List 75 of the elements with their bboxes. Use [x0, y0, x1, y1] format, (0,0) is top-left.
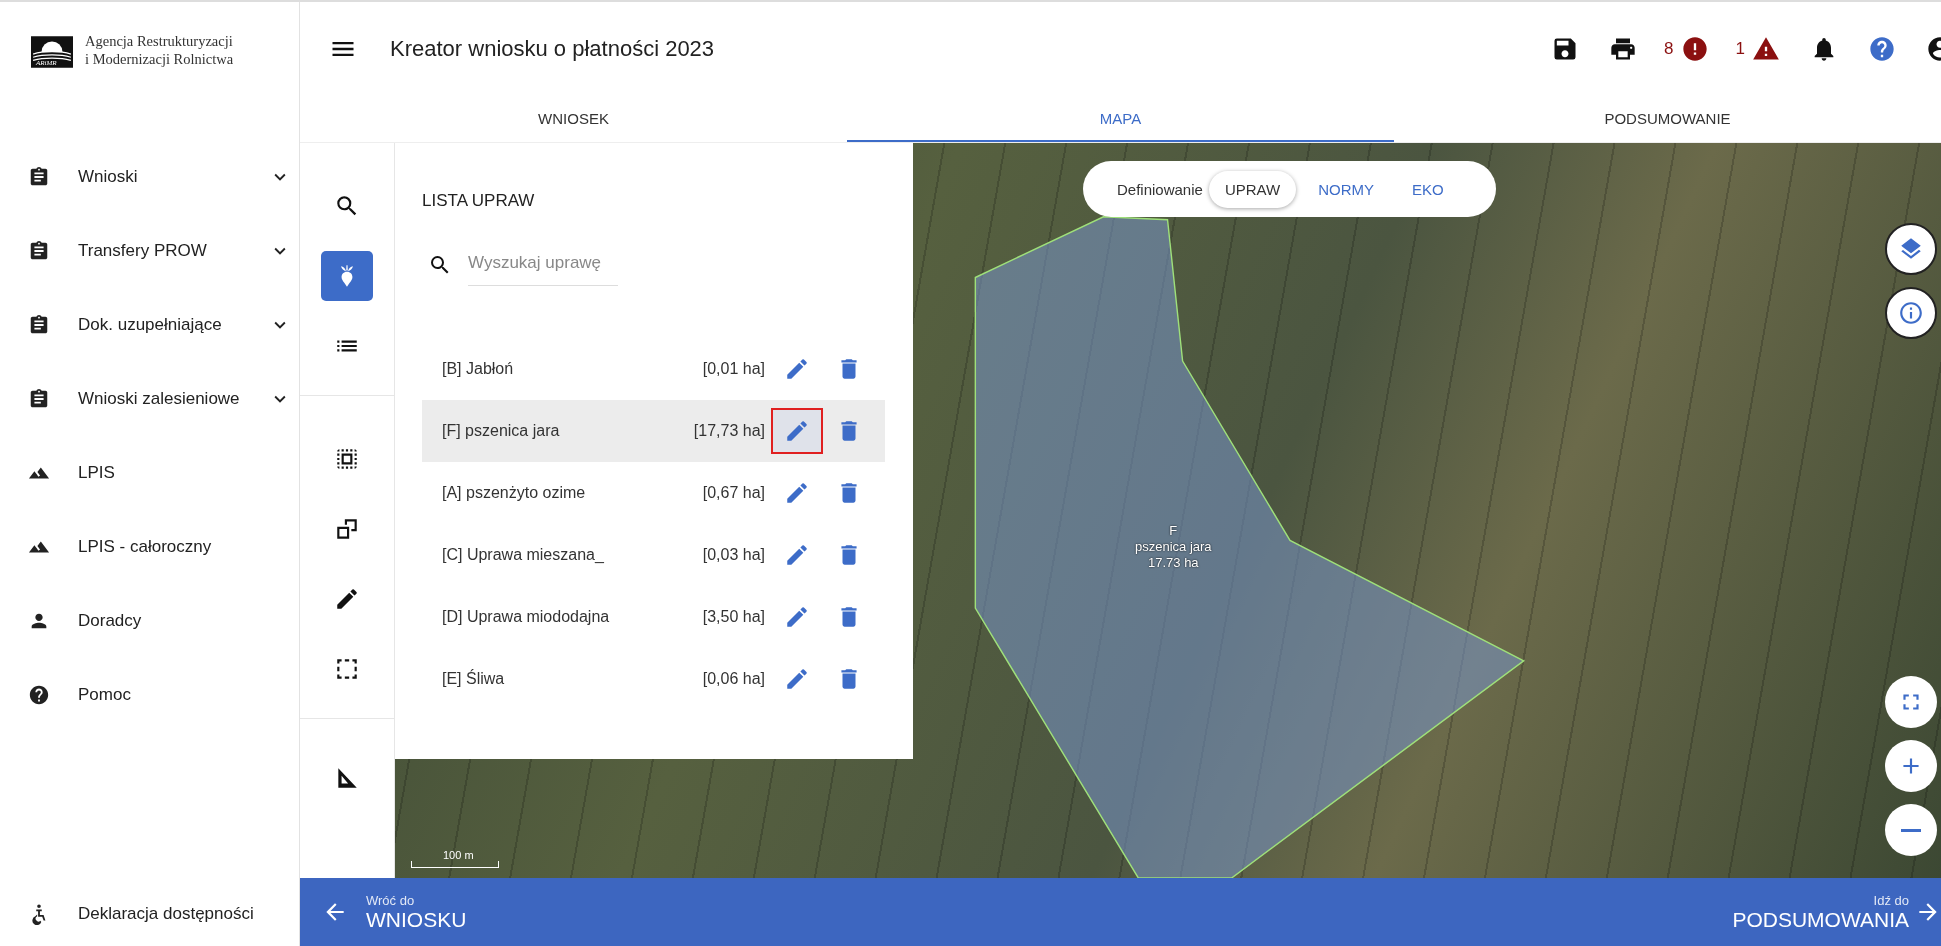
pencil-icon [784, 480, 810, 506]
edit-button[interactable] [771, 408, 823, 454]
pencil-icon [784, 542, 810, 568]
field-area-label: 17.73 ha [1148, 555, 1199, 571]
layers-button[interactable] [1885, 223, 1937, 275]
overlapping-squares-icon [334, 516, 360, 542]
back-label: WNIOSKU [366, 907, 467, 932]
minus-icon [1901, 828, 1921, 832]
crop-name: [B] Jabłoń [442, 360, 515, 378]
back-caption: Wróć do [366, 892, 415, 908]
mode-option[interactable]: NORMY [1302, 170, 1390, 208]
pencil-icon [784, 356, 810, 382]
scale-label: 100 m [443, 849, 474, 861]
crop-name: [A] pszenżyto ozime [442, 484, 587, 502]
help-icon [28, 684, 50, 706]
sidebar-menu-item[interactable]: LPIS [0, 436, 299, 510]
crop-name: [F] pszenica jara [442, 422, 561, 440]
warning-triangle-icon [1752, 35, 1780, 63]
mode-option[interactable]: EKO [1396, 170, 1460, 208]
field-code-label: F [1169, 523, 1178, 539]
crop-area: [17,73 ha] [693, 422, 765, 440]
help-icon [1868, 35, 1896, 63]
page-title: Kreator wniosku o płatności 2023 [390, 36, 715, 62]
sidebar-menu-item[interactable]: Transfery PROW [0, 214, 299, 288]
panel-title: LISTA UPRAW [422, 191, 536, 211]
crop-area: [0,03 ha] [702, 546, 765, 564]
mode-option[interactable]: UPRAW [1208, 170, 1297, 208]
search-field[interactable]: Wyszukaj uprawę [468, 243, 618, 286]
plus-button[interactable] [1885, 740, 1937, 792]
beet-tool-button[interactable] [321, 251, 373, 301]
alert-count: 8 [1664, 39, 1674, 59]
pencil-icon [784, 604, 810, 630]
sidebar-menu-item[interactable]: Pomoc [0, 658, 299, 732]
sidebar-menu-item[interactable]: Dok. uzupełniające [0, 288, 299, 362]
sidebar-menu-item[interactable]: Doradcy [0, 584, 299, 658]
field-crop-label: pszenica jara [1135, 539, 1212, 555]
info-icon [1898, 300, 1924, 326]
crop-area: [0,01 ha] [702, 360, 765, 378]
sidebar-menu-item[interactable]: Wnioski [0, 140, 299, 214]
crop-name: [D] Uprawa miododajna [442, 608, 611, 626]
crop-list-row[interactable]: [E] Śliwa [0,06 ha] [422, 648, 885, 710]
crop-area: [0,06 ha] [702, 670, 765, 688]
agency-name-line: i Modernizacji Rolnictwa [85, 50, 234, 68]
sidebar-menu-item[interactable]: LPIS - całoroczny [0, 510, 299, 584]
next-button[interactable]: Idź do PODSUMOWANIA [1732, 892, 1941, 932]
next-caption: Idź do [1873, 892, 1909, 908]
crop-list-row[interactable]: [C] Uprawa mieszana_ [0,03 ha] [422, 524, 885, 586]
agency-name-line: Agencja Restrukturyzacji [85, 32, 234, 50]
info-button[interactable] [1885, 287, 1937, 339]
tab[interactable]: WNIOSEK [300, 96, 847, 142]
pencil-icon [334, 586, 360, 612]
crop-list-row[interactable]: [B] Jabłoń [0,01 ha] [422, 338, 885, 400]
pencil-icon [784, 666, 810, 692]
sidebar-menu-item[interactable]: Deklaracja dostępności [0, 882, 299, 946]
crop-area: [0,67 ha] [702, 484, 765, 502]
crop-area: [3,50 ha] [702, 608, 765, 626]
minus-button[interactable] [1885, 804, 1937, 856]
crop-list-row[interactable]: [F] pszenica jara [17,73 ha] [422, 400, 885, 462]
back-button[interactable]: Wróć do WNIOSKU [300, 892, 467, 932]
crop-name: [C] Uprawa mieszana_ [442, 546, 605, 564]
next-label: PODSUMOWANIA [1732, 907, 1909, 932]
clipboard-icon [28, 166, 50, 188]
clipboard-icon [28, 314, 50, 336]
clipboard-icon [28, 388, 50, 410]
sidebar-menu-item[interactable]: Wnioski zalesieniowe [0, 362, 299, 436]
alert-count: 1 [1735, 39, 1745, 59]
fullscreen-button[interactable] [1885, 676, 1937, 728]
tab[interactable]: MAPA [847, 96, 1394, 142]
crop-list-row[interactable]: [D] Uprawa miododajna [3,50 ha] [422, 586, 885, 648]
pencil-icon [784, 418, 810, 444]
mode-label: Definiowanie [1117, 180, 1203, 198]
crop-list-row[interactable]: [A] pszenżyto ozime [0,67 ha] [422, 462, 885, 524]
tab[interactable]: PODSUMOWANIE [1394, 96, 1941, 142]
clipboard-icon [28, 240, 50, 262]
crop-name: [E] Śliwa [442, 670, 506, 688]
